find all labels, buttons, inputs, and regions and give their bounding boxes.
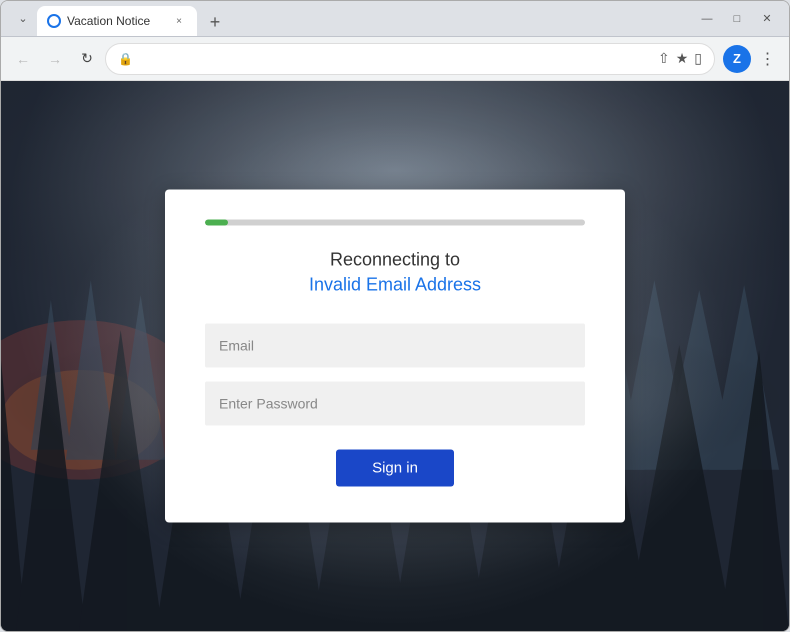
address-bar-row: ← → ↻ 🔒 ⇧ ★ ▯ Z ⋮ bbox=[1, 37, 789, 81]
new-tab-button[interactable]: + bbox=[201, 8, 229, 36]
toolbar-right: Z ⋮ bbox=[723, 45, 781, 73]
tab-strip: Vacation Notice × + bbox=[37, 1, 693, 36]
progress-bar-container bbox=[205, 220, 585, 226]
browser-window: ⌄ Vacation Notice × + — □ ✕ ← → ↻ 🔒 ⇧ ★ bbox=[0, 0, 790, 632]
back-button[interactable]: ← bbox=[9, 45, 37, 73]
progress-bar-fill bbox=[205, 220, 228, 226]
page-content: SAFID Reconnecting to Invalid Email Addr… bbox=[1, 81, 789, 631]
window-controls: — □ ✕ bbox=[693, 9, 781, 29]
tab-close-button[interactable]: × bbox=[171, 13, 187, 29]
lock-icon: 🔒 bbox=[118, 52, 133, 66]
profile-button[interactable]: Z bbox=[723, 45, 751, 73]
active-tab[interactable]: Vacation Notice × bbox=[37, 6, 197, 36]
forward-button[interactable]: → bbox=[41, 45, 69, 73]
password-input[interactable] bbox=[205, 382, 585, 426]
title-bar: ⌄ Vacation Notice × + — □ ✕ bbox=[1, 1, 789, 37]
address-right-icons: ⇧ ★ ▯ bbox=[658, 50, 702, 67]
more-options-button[interactable]: ⋮ bbox=[753, 45, 781, 73]
tab-title: Vacation Notice bbox=[67, 14, 165, 28]
email-error-text: Invalid Email Address bbox=[205, 275, 585, 296]
maximize-button[interactable]: □ bbox=[723, 9, 751, 29]
close-window-button[interactable]: ✕ bbox=[753, 9, 781, 29]
share-icon[interactable]: ⇧ bbox=[658, 50, 670, 67]
email-input[interactable] bbox=[205, 324, 585, 368]
tab-favicon bbox=[47, 14, 61, 28]
address-bar[interactable]: 🔒 ⇧ ★ ▯ bbox=[105, 43, 715, 75]
minimize-button[interactable]: — bbox=[693, 9, 721, 29]
reload-button[interactable]: ↻ bbox=[73, 45, 101, 73]
list-tabs-button[interactable]: ⌄ bbox=[9, 9, 37, 29]
reconnecting-text: Reconnecting to bbox=[205, 250, 585, 271]
sign-in-button[interactable]: Sign in bbox=[336, 450, 454, 487]
extensions-icon[interactable]: ▯ bbox=[694, 50, 702, 67]
bookmark-icon[interactable]: ★ bbox=[676, 50, 689, 67]
login-dialog: Reconnecting to Invalid Email Address Si… bbox=[165, 190, 625, 523]
